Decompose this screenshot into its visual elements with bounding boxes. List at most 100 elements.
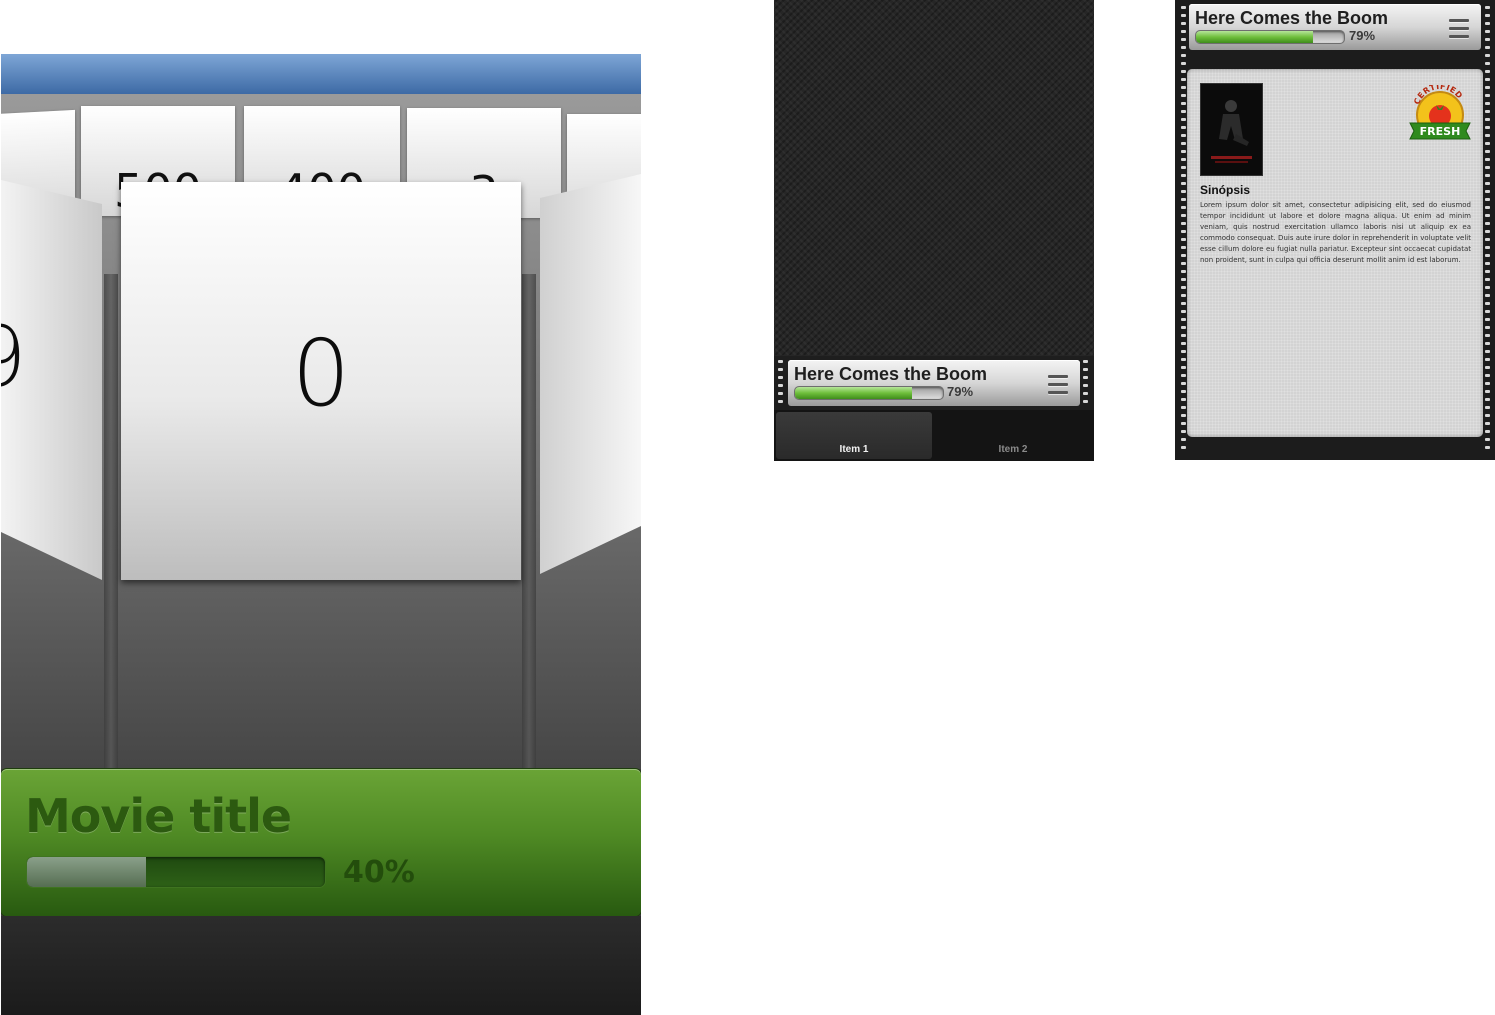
sprocket-hole <box>1485 382 1490 385</box>
sprocket-hole <box>1181 438 1186 441</box>
sprocket-hole <box>1181 78 1186 81</box>
sprocket-hole <box>1181 38 1186 41</box>
sprocket-hole <box>1485 342 1490 345</box>
sprocket-hole <box>1181 30 1186 33</box>
digit-card-right[interactable] <box>540 174 641 574</box>
sprocket-hole <box>1181 422 1186 425</box>
digit-left: 9 <box>1 308 26 406</box>
sprocket-hole <box>1485 302 1490 305</box>
sprocket-hole <box>1181 174 1186 177</box>
film-sprockets <box>1081 360 1091 408</box>
tab-item-1[interactable]: Item 1 <box>776 412 932 459</box>
rating-progress-fill <box>1196 31 1313 43</box>
content-area[interactable] <box>774 0 1094 356</box>
digit-wheel[interactable]: 500 400 3 9 0 <box>1 94 641 769</box>
sprocket-hole <box>1485 430 1490 433</box>
sprocket-hole <box>1181 46 1186 49</box>
sprocket-hole <box>1181 118 1186 121</box>
sprocket-hole <box>1485 206 1490 209</box>
sprocket-hole <box>1181 302 1186 305</box>
sprocket-hole <box>1181 430 1186 433</box>
digit-card-left[interactable]: 9 <box>1 180 102 580</box>
sprocket-hole <box>1181 318 1186 321</box>
menu-icon[interactable] <box>1048 375 1068 399</box>
wheel-divider <box>522 274 536 769</box>
sprocket-hole <box>1181 190 1186 193</box>
rating-percent: 40% <box>343 855 415 890</box>
movie-poster[interactable] <box>1200 83 1263 176</box>
sprocket-hole <box>1181 294 1186 297</box>
sprocket-hole <box>1485 86 1490 89</box>
sprocket-hole <box>1181 102 1186 105</box>
movie-list-screen: Here Comes the Boom 79% Item 1 Item 2 <box>774 0 1094 461</box>
rating-progress-bar <box>794 386 944 400</box>
sprocket-hole <box>1181 70 1186 73</box>
detail-content: CERTIFIED FRESH Sinópsis Lorem ipsum dol… <box>1187 69 1483 437</box>
movie-detail-screen: Here Comes the Boom 79% CERTIFIED FRESH … <box>1175 0 1495 460</box>
sprocket-hole <box>1485 294 1490 297</box>
sprocket-hole <box>1485 198 1490 201</box>
rating-progress-fill <box>27 857 147 887</box>
sprocket-hole <box>1181 246 1186 249</box>
sprocket-hole <box>1485 222 1490 225</box>
movie-dial-screen: 500 400 3 9 0 Movie title 40% <box>1 54 641 1015</box>
sprocket-hole <box>1181 214 1186 217</box>
sprocket-hole <box>1181 86 1186 89</box>
tab-item-2[interactable]: Item 2 <box>934 412 1092 459</box>
sprocket-hole <box>1181 222 1186 225</box>
sprocket-hole <box>1181 206 1186 209</box>
sprocket-hole <box>1485 134 1490 137</box>
sprocket-hole <box>1485 398 1490 401</box>
sprocket-hole <box>1181 126 1186 129</box>
sprocket-hole <box>1485 438 1490 441</box>
sprocket-hole <box>1181 326 1186 329</box>
sprocket-hole <box>1485 358 1490 361</box>
menu-icon[interactable] <box>1449 19 1469 43</box>
sprocket-hole <box>1181 158 1186 161</box>
movie-title: Movie title <box>25 789 292 843</box>
sprocket-hole <box>1485 142 1490 145</box>
sprocket-hole <box>1181 358 1186 361</box>
sprocket-hole <box>1485 70 1490 73</box>
sprocket-hole <box>1181 390 1186 393</box>
sprocket-hole <box>1181 414 1186 417</box>
sprocket-hole <box>1181 110 1186 113</box>
sprocket-hole <box>1181 238 1186 241</box>
bottom-area <box>1 916 641 1015</box>
movie-title: Here Comes the Boom <box>794 364 988 384</box>
sprocket-hole <box>1485 174 1490 177</box>
sprocket-hole <box>1485 278 1490 281</box>
sprocket-hole <box>1485 254 1490 257</box>
sprocket-hole <box>1181 270 1186 273</box>
sprocket-hole <box>1485 246 1490 249</box>
sprocket-hole <box>1181 366 1186 369</box>
sprocket-hole <box>1485 78 1490 81</box>
sprocket-hole <box>1485 110 1490 113</box>
sprocket-hole <box>1485 190 1490 193</box>
movie-header-card[interactable]: Here Comes the Boom 79% <box>1189 4 1481 50</box>
sprocket-hole <box>1485 38 1490 41</box>
sprocket-hole <box>1181 14 1186 17</box>
sprocket-hole <box>1181 230 1186 233</box>
sprocket-hole <box>1485 166 1490 169</box>
sprocket-hole <box>1485 102 1490 105</box>
sprocket-hole <box>1181 286 1186 289</box>
tab-bar: Item 1 Item 2 <box>774 410 1094 461</box>
sprocket-hole <box>1485 230 1490 233</box>
sprocket-hole <box>1181 334 1186 337</box>
sprocket-hole <box>1181 94 1186 97</box>
sprocket-hole <box>1485 238 1490 241</box>
badge-bottom-text: FRESH <box>1420 125 1461 138</box>
sprocket-hole <box>1181 262 1186 265</box>
digit-card-center[interactable]: 0 <box>121 182 521 580</box>
sprocket-hole <box>1485 270 1490 273</box>
sprocket-hole <box>1485 414 1490 417</box>
movie-header-card[interactable]: Here Comes the Boom 79% <box>788 360 1080 406</box>
sprocket-hole <box>1485 334 1490 337</box>
sprocket-hole <box>1485 390 1490 393</box>
sprocket-hole <box>1485 374 1490 377</box>
sprocket-hole <box>1181 62 1186 65</box>
sprocket-hole <box>1181 406 1186 409</box>
sprocket-hole <box>1485 366 1490 369</box>
sprocket-hole <box>1181 342 1186 345</box>
